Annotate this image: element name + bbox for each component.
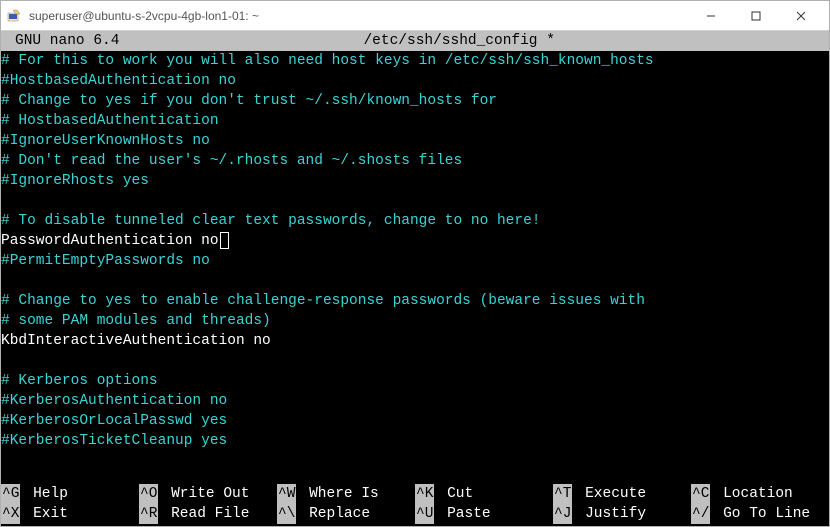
shortcut-item: ^/ Go To Line [691, 504, 829, 524]
shortcut-item: ^O Write Out [139, 484, 277, 504]
nano-header: GNU nano 6.4 /etc/ssh/sshd_config * [1, 31, 829, 51]
shortcut-label: Location [714, 484, 792, 504]
editor-line[interactable]: #KerberosOrLocalPasswd yes [1, 411, 829, 431]
editor-line[interactable]: #IgnoreRhosts yes [1, 171, 829, 191]
shortcut-label: Help [24, 484, 68, 504]
shortcut-key: ^/ [691, 504, 710, 524]
nano-shortcut-bar: ^G Help^O Write Out^W Where Is^K Cut^T E… [1, 484, 829, 526]
shortcut-key: ^C [691, 484, 710, 504]
shortcut-item: ^K Cut [415, 484, 553, 504]
nano-app-name: GNU nano 6.4 [1, 31, 119, 51]
shortcut-item: ^J Justify [553, 504, 691, 524]
shortcut-item: ^R Read File [139, 504, 277, 524]
close-button[interactable] [778, 2, 823, 30]
shortcut-label: Paste [438, 504, 490, 524]
shortcut-key: ^\ [277, 504, 296, 524]
shortcut-label: Where Is [300, 484, 378, 504]
editor-line[interactable]: #HostbasedAuthentication no [1, 71, 829, 91]
shortcut-key: ^G [1, 484, 20, 504]
editor-line[interactable] [1, 351, 829, 371]
shortcut-label: Read File [162, 504, 249, 524]
putty-icon [7, 8, 23, 24]
shortcut-key: ^J [553, 504, 572, 524]
editor-line[interactable]: #KerberosAuthentication no [1, 391, 829, 411]
editor-line[interactable]: PasswordAuthentication no [1, 231, 829, 251]
shortcut-item: ^C Location [691, 484, 829, 504]
editor-line[interactable]: #PermitEmptyPasswords no [1, 251, 829, 271]
shortcut-label: Execute [576, 484, 646, 504]
window-title: superuser@ubuntu-s-2vcpu-4gb-lon1-01: ~ [29, 9, 688, 23]
shortcut-item: ^T Execute [553, 484, 691, 504]
editor-content[interactable]: # For this to work you will also need ho… [1, 51, 829, 484]
shortcut-key: ^O [139, 484, 158, 504]
shortcut-key: ^U [415, 504, 434, 524]
shortcut-key: ^W [277, 484, 296, 504]
shortcut-label: Justify [576, 504, 646, 524]
shortcut-item: ^W Where Is [277, 484, 415, 504]
editor-line[interactable]: KbdInteractiveAuthentication no [1, 331, 829, 351]
shortcut-key: ^X [1, 504, 20, 524]
shortcut-item: ^X Exit [1, 504, 139, 524]
nano-file-name: /etc/ssh/sshd_config * [119, 31, 799, 51]
shortcut-label: Cut [438, 484, 473, 504]
shortcut-label: Write Out [162, 484, 249, 504]
shortcut-item: ^\ Replace [277, 504, 415, 524]
shortcut-item: ^U Paste [415, 504, 553, 524]
editor-line[interactable]: #KerberosTicketCleanup yes [1, 431, 829, 451]
window-titlebar[interactable]: superuser@ubuntu-s-2vcpu-4gb-lon1-01: ~ [1, 1, 829, 31]
editor-line[interactable] [1, 271, 829, 291]
editor-line[interactable]: # Change to yes to enable challenge-resp… [1, 291, 829, 311]
shortcut-key: ^R [139, 504, 158, 524]
editor-line[interactable]: # Change to yes if you don't trust ~/.ss… [1, 91, 829, 111]
minimize-button[interactable] [688, 2, 733, 30]
editor-line[interactable]: # HostbasedAuthentication [1, 111, 829, 131]
maximize-button[interactable] [733, 2, 778, 30]
putty-window: superuser@ubuntu-s-2vcpu-4gb-lon1-01: ~ … [0, 0, 830, 527]
editor-line[interactable]: # To disable tunneled clear text passwor… [1, 211, 829, 231]
editor-line[interactable] [1, 191, 829, 211]
editor-line[interactable]: # Don't read the user's ~/.rhosts and ~/… [1, 151, 829, 171]
editor-line[interactable]: # some PAM modules and threads) [1, 311, 829, 331]
shortcut-label: Replace [300, 504, 370, 524]
shortcut-item: ^G Help [1, 484, 139, 504]
shortcut-label: Go To Line [714, 504, 810, 524]
editor-line[interactable]: # For this to work you will also need ho… [1, 51, 829, 71]
terminal-area[interactable]: GNU nano 6.4 /etc/ssh/sshd_config * # Fo… [1, 31, 829, 526]
shortcut-key: ^K [415, 484, 434, 504]
window-controls [688, 2, 823, 30]
text-cursor [220, 232, 229, 249]
shortcut-key: ^T [553, 484, 572, 504]
editor-line[interactable]: #IgnoreUserKnownHosts no [1, 131, 829, 151]
shortcut-label: Exit [24, 504, 68, 524]
editor-line[interactable]: # Kerberos options [1, 371, 829, 391]
